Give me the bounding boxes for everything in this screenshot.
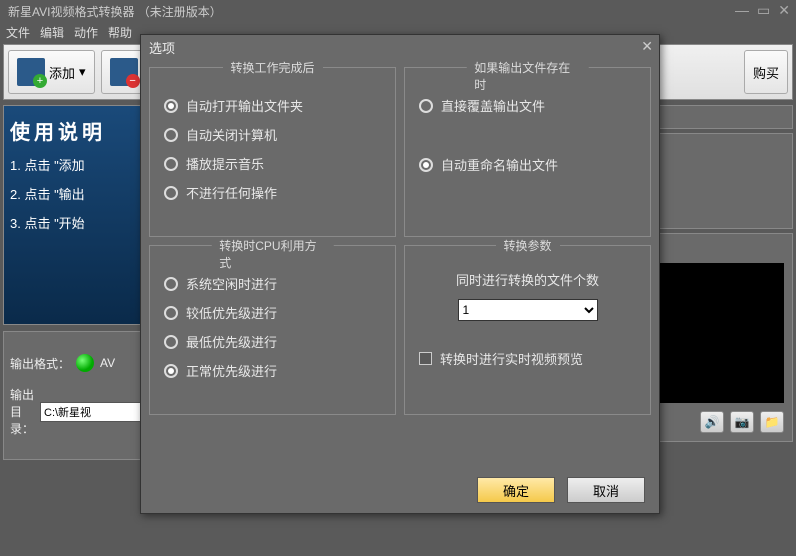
- dialog-title: 选项: [149, 41, 175, 56]
- group-file-exists-title: 如果输出文件存在时: [466, 59, 589, 93]
- radio-icon: [164, 335, 178, 349]
- radio-icon: [164, 277, 178, 291]
- dialog-title-bar: 选项 ✕: [141, 35, 659, 59]
- group-after-convert: 转换工作完成后 自动打开输出文件夹 自动关闭计算机 播放提示音乐 不进行任何操作: [149, 67, 396, 237]
- radio-icon: [419, 158, 433, 172]
- radio-icon: [164, 99, 178, 113]
- radio-lower[interactable]: 较低优先级进行: [164, 303, 381, 322]
- checkbox-icon: [419, 352, 432, 365]
- cancel-button[interactable]: 取消: [567, 477, 645, 503]
- ok-button[interactable]: 确定: [477, 477, 555, 503]
- radio-icon: [164, 186, 178, 200]
- options-dialog: 选项 ✕ 转换工作完成后 自动打开输出文件夹 自动关闭计算机 播放提示音乐 不进…: [140, 34, 660, 514]
- group-cpu-priority: 转换时CPU利用方式 系统空闲时进行 较低优先级进行 最低优先级进行 正常优先级…: [149, 245, 396, 415]
- radio-lowest[interactable]: 最低优先级进行: [164, 332, 381, 351]
- radio-play-sound[interactable]: 播放提示音乐: [164, 154, 381, 173]
- dialog-close-icon[interactable]: ✕: [641, 38, 653, 55]
- concurrent-count-label: 同时进行转换的文件个数: [419, 270, 636, 289]
- group-convert-params: 转换参数 同时进行转换的文件个数 1 转换时进行实时视频预览: [404, 245, 651, 415]
- modal-backdrop: 选项 ✕ 转换工作完成后 自动打开输出文件夹 自动关闭计算机 播放提示音乐 不进…: [0, 0, 796, 556]
- radio-icon: [164, 364, 178, 378]
- radio-overwrite[interactable]: 直接覆盖输出文件: [419, 96, 636, 115]
- radio-normal[interactable]: 正常优先级进行: [164, 361, 381, 380]
- radio-icon: [164, 306, 178, 320]
- group-convert-params-title: 转换参数: [495, 237, 559, 254]
- group-after-convert-title: 转换工作完成后: [222, 59, 322, 76]
- radio-rename[interactable]: 自动重命名输出文件: [419, 155, 636, 174]
- group-file-exists: 如果输出文件存在时 直接覆盖输出文件 自动重命名输出文件: [404, 67, 651, 237]
- realtime-preview-checkbox[interactable]: 转换时进行实时视频预览: [419, 349, 636, 368]
- radio-open-folder[interactable]: 自动打开输出文件夹: [164, 96, 381, 115]
- concurrent-count-select[interactable]: 1: [458, 299, 598, 321]
- radio-idle[interactable]: 系统空闲时进行: [164, 274, 381, 293]
- radio-icon: [164, 157, 178, 171]
- group-cpu-priority-title: 转换时CPU利用方式: [211, 237, 334, 271]
- radio-icon: [164, 128, 178, 142]
- radio-shutdown[interactable]: 自动关闭计算机: [164, 125, 381, 144]
- radio-icon: [419, 99, 433, 113]
- radio-do-nothing[interactable]: 不进行任何操作: [164, 183, 381, 202]
